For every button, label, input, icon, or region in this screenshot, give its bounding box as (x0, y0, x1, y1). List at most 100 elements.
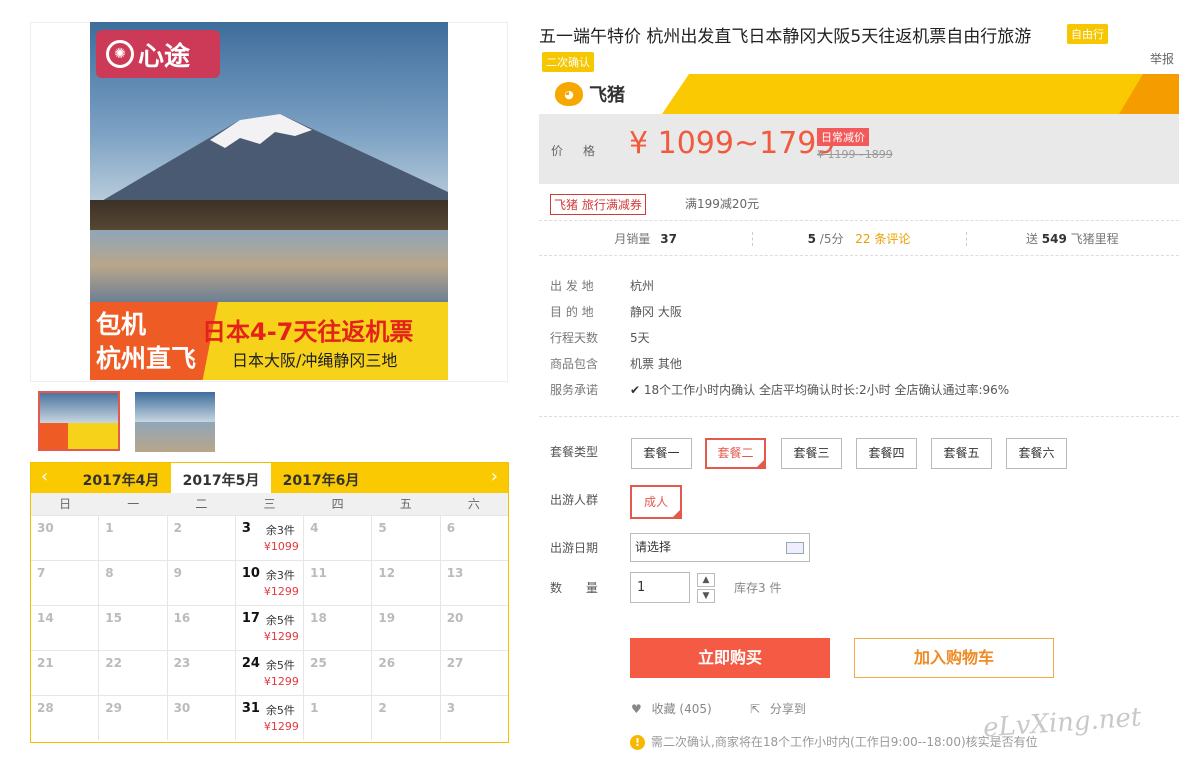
day-price: ¥1099 (263, 540, 299, 553)
info-value: 杭州 (630, 279, 655, 293)
calendar-day: 15 (98, 606, 166, 650)
package-option-5[interactable]: 套餐五 (931, 438, 992, 469)
rating-suffix: /5分 (819, 231, 844, 246)
day-number: 20 (446, 611, 464, 625)
calendar-day: 13 (439, 561, 508, 605)
report-link[interactable]: 举报 (1150, 50, 1174, 67)
calendar-next-month[interactable]: 2017年6月 (271, 463, 371, 493)
calendar-day: 8 (98, 561, 166, 605)
day-number: 8 (105, 566, 114, 580)
calendar-day: 22 (98, 651, 166, 695)
calendar-weekdays: 日一二三四五六 (31, 493, 508, 515)
share-button[interactable]: ⇱ 分享到 (750, 700, 806, 717)
date-label: 出游日期 (550, 541, 599, 555)
quantity-up-icon[interactable]: ▲ (697, 573, 715, 587)
coupon-text: 满199减20元 (685, 197, 760, 211)
favorite-label: 收藏 (405) (651, 702, 712, 716)
day-stock: 余3件 (265, 524, 295, 537)
main-product-image[interactable]: ✺ 心途 包机 杭州直飞 日本4-7天往返机票 日本大阪/冲绳静冈三地 (90, 22, 448, 380)
weekday-label: 五 (399, 497, 412, 511)
reviews-link[interactable]: 22 条评论 (855, 232, 910, 246)
add-to-cart-button[interactable]: 加入购物车 (854, 638, 1054, 678)
thumbnail-1[interactable] (38, 391, 120, 451)
quantity-down-icon[interactable]: ▼ (697, 589, 715, 603)
day-number: 30 (173, 701, 191, 715)
calendar-current-month[interactable]: 2017年5月 (171, 463, 271, 493)
day-number: 23 (173, 656, 191, 670)
day-number: 21 (37, 656, 54, 670)
day-number: 24 (241, 656, 260, 671)
day-number: 26 (378, 656, 396, 670)
day-number: 18 (310, 611, 327, 625)
calendar-day-available[interactable]: 3 余3件 ¥1099 (234, 516, 303, 560)
day-price: ¥1299 (263, 720, 299, 733)
service-text: 18个工作小时内确认 全店平均确认时长:2小时 全店确认通过率:96% (643, 383, 1010, 397)
weekday-label: 三 (263, 497, 276, 511)
calendar-day-available[interactable]: 17 余5件 ¥1299 (234, 606, 303, 650)
info-value: 机票 其他 (630, 357, 682, 371)
package-option-6[interactable]: 套餐六 (1006, 438, 1067, 469)
day-number: 17 (241, 611, 260, 626)
day-number: 10 (241, 566, 260, 581)
coupon-badge[interactable]: 飞猪 旅行满减券 (550, 194, 646, 215)
info-value: 静冈 大阪 (630, 305, 682, 319)
day-number: 27 (446, 656, 464, 670)
banner-subline: 日本大阪/冲绳静冈三地 (232, 351, 398, 370)
package-option-4[interactable]: 套餐四 (856, 438, 917, 469)
calendar-prev-icon[interactable]: ‹ (41, 466, 48, 487)
calendar-day-available[interactable]: 31 余5件 ¥1299 (234, 696, 303, 740)
divider (539, 416, 1179, 417)
calendar-day-available[interactable]: 10 余3件 ¥1299 (234, 561, 303, 605)
day-number: 30 (37, 521, 54, 535)
price-calendar: ‹ 2017年4月 2017年5月 2017年6月 › 日一二三四五六 30 1 2… (30, 462, 509, 743)
day-price: ¥1299 (263, 585, 299, 598)
info-service: 服务承诺 ✔ 18个工作小时内确认 全店平均确认时长:2小时 全店确认通过率:9… (550, 381, 1009, 398)
calendar-day: 1 (303, 696, 371, 740)
info-destination: 目 的 地 静冈 大阪 (550, 303, 682, 320)
confirm-notice: ! 需二次确认,商家将在18个工作小时内(工作日9:00--18:00)核实是否有… (630, 733, 1038, 750)
package-option-2[interactable]: 套餐二 (705, 438, 766, 469)
calendar-day: 16 (166, 606, 235, 650)
favorite-button[interactable]: ♥ 收藏 (405) (631, 700, 712, 717)
calendar-prev-month[interactable]: 2017年4月 (71, 463, 171, 493)
price-box: 价格 ¥ 1099~1799 日常减价 ¥ 1199~1899 (539, 114, 1179, 184)
watermark: eLvXing.net (982, 702, 1143, 744)
calendar-day: 27 (439, 651, 508, 695)
weekday-label: 六 (467, 497, 480, 511)
day-number: 13 (446, 566, 464, 580)
calendar-day: 2 (371, 696, 439, 740)
miles-value: 549 (1041, 231, 1067, 246)
day-number: 28 (37, 701, 54, 715)
calendar-next-icon[interactable]: › (491, 466, 498, 487)
rating-value: 5 (807, 231, 816, 246)
calendar-day-available[interactable]: 24 余5件 ¥1299 (234, 651, 303, 695)
brand-name: 飞猪 (589, 85, 625, 106)
package-option-1[interactable]: 套餐一 (631, 438, 692, 469)
stock-text: 库存3 件 (734, 581, 782, 595)
day-number: 25 (310, 656, 327, 670)
quantity-input[interactable]: 1 (630, 572, 690, 603)
package-option-3[interactable]: 套餐三 (781, 438, 842, 469)
calendar-day: 5 (371, 516, 439, 560)
rating: 5 /5分 22 条评论 (752, 230, 965, 247)
travel-date-input[interactable]: 请选择 (630, 533, 810, 562)
weekday-label: 日 (59, 497, 72, 511)
discount-tag: 日常减价 (817, 128, 869, 146)
day-number: 19 (378, 611, 396, 625)
banner-headline: 日本4-7天往返机票 (202, 318, 414, 346)
notice-text: 需二次确认,商家将在18个工作小时内(工作日9:00--18:00)核实是否有位 (651, 735, 1038, 749)
miles: 送 549 飞猪里程 (965, 230, 1179, 247)
day-number: 6 (446, 521, 456, 535)
buy-now-button[interactable]: 立即购买 (630, 638, 830, 678)
info-label: 行程天数 (550, 331, 599, 345)
thumbnail-2[interactable] (135, 392, 215, 452)
calendar-row: 30 1 2 3 余3件 ¥1099 4 5 6 (31, 515, 508, 560)
day-number: 2 (173, 521, 182, 535)
price-label: 价格 (551, 144, 616, 158)
info-value: ✔ 18个工作小时内确认 全店平均确认时长:2小时 全店确认通过率:96% (630, 381, 1009, 398)
weekday-label: 一 (127, 497, 140, 511)
monthly-sales-label: 月销量 (614, 231, 651, 246)
traveler-adult-option[interactable]: 成人 (630, 485, 682, 519)
product-title: 五一端午特价 杭州出发直飞日本静冈大阪5天往返机票自由行旅游 (539, 27, 1032, 47)
calendar-icon[interactable] (786, 542, 804, 554)
